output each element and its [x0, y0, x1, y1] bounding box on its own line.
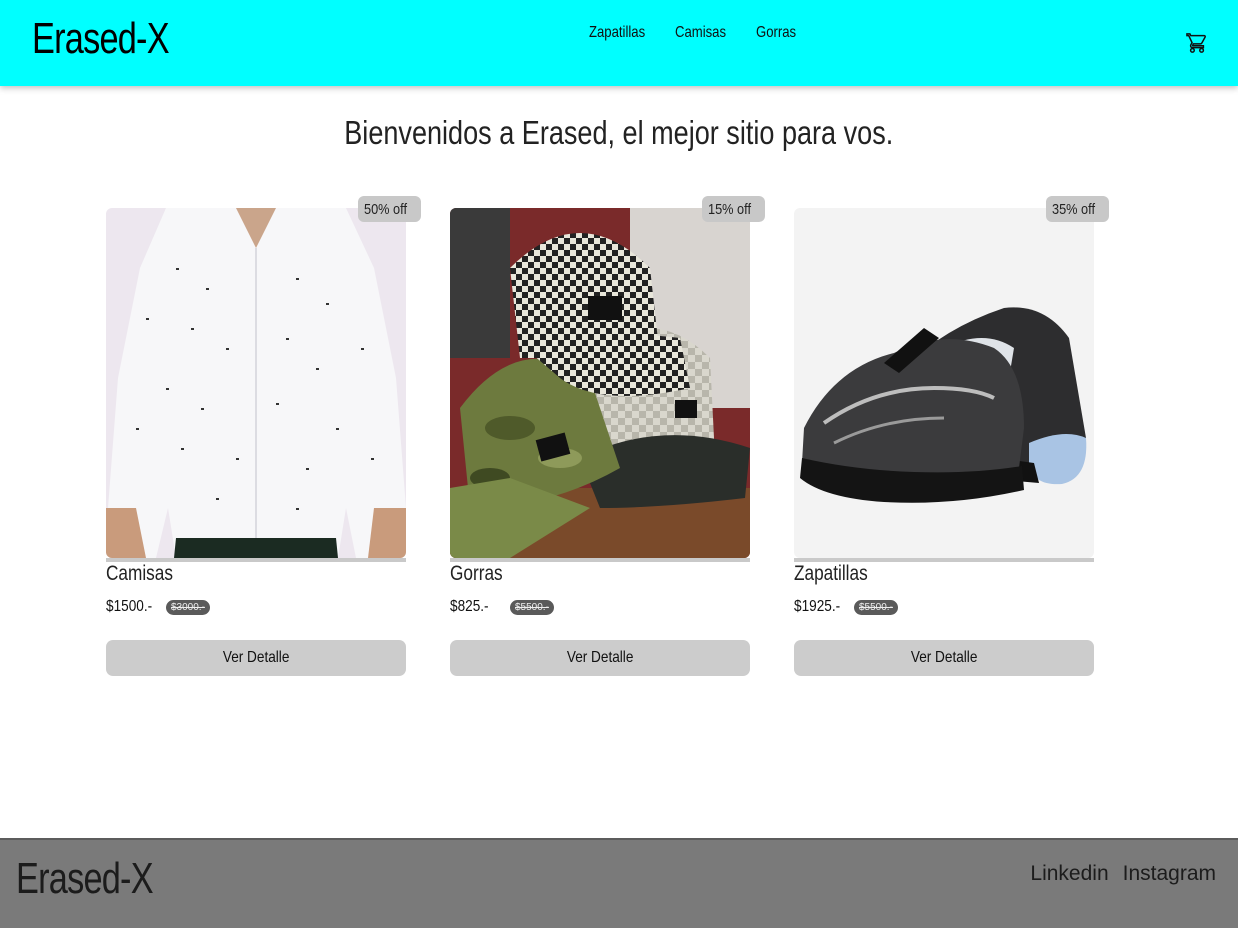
shopping-cart-icon[interactable] — [1186, 32, 1208, 54]
caps-image[interactable] — [450, 208, 750, 558]
nav-link-zapatillas[interactable]: Zapatillas — [589, 24, 645, 42]
main-nav: Zapatillas Camisas Gorras — [589, 24, 823, 42]
footer-links: Linkedin Instagram — [1016, 862, 1216, 886]
price-row: $825.- $5500.- — [450, 598, 554, 616]
product-name: Zapatillas — [794, 562, 868, 585]
product-name: Camisas — [106, 562, 173, 585]
view-detail-button[interactable]: Ver Detalle — [794, 640, 1094, 676]
discount-badge: 35% off — [1046, 196, 1109, 222]
linkedin-link[interactable]: Linkedin — [1030, 862, 1108, 886]
nav-link-camisas[interactable]: Camisas — [675, 24, 726, 42]
discount-badge: 50% off — [358, 196, 421, 222]
product-card: 15% off Gorras $825.- $5500.- Ver Detall… — [450, 196, 765, 678]
old-price-badge: $3000.- — [166, 599, 210, 615]
top-navbar: Erased-X Zapatillas Camisas Gorras — [0, 0, 1238, 86]
current-price: $1925.- — [794, 598, 841, 615]
price-row: $1500.- $3000.- — [106, 598, 210, 616]
view-detail-button[interactable]: Ver Detalle — [450, 640, 750, 676]
footer-brand-logo[interactable]: Erased-X — [16, 854, 154, 904]
product-name: Gorras — [450, 562, 503, 585]
old-price-badge: $5500.- — [854, 599, 898, 615]
white-shirt-image[interactable] — [106, 208, 406, 558]
discount-badge: 15% off — [702, 196, 765, 222]
site-footer: Erased-X Linkedin Instagram — [0, 838, 1238, 928]
view-detail-button[interactable]: Ver Detalle — [106, 640, 406, 676]
product-card: 50% off Camisas $1500.- $3000.- Ver Deta… — [106, 196, 421, 678]
current-price: $825.- — [450, 598, 489, 615]
brand-logo[interactable]: Erased-X — [32, 14, 170, 64]
current-price: $1500.- — [106, 598, 153, 615]
nav-link-gorras[interactable]: Gorras — [756, 24, 796, 42]
price-row: $1925.- $5500.- — [794, 598, 898, 616]
instagram-link[interactable]: Instagram — [1123, 862, 1216, 886]
page-title: Bienvenidos a Erased, el mejor sitio par… — [344, 114, 894, 151]
old-price-badge: $5500.- — [510, 599, 554, 615]
sneakers-image[interactable] — [794, 208, 1094, 558]
product-card: 35% off Zapatillas $1925.- $5500.- Ver D… — [794, 196, 1109, 678]
